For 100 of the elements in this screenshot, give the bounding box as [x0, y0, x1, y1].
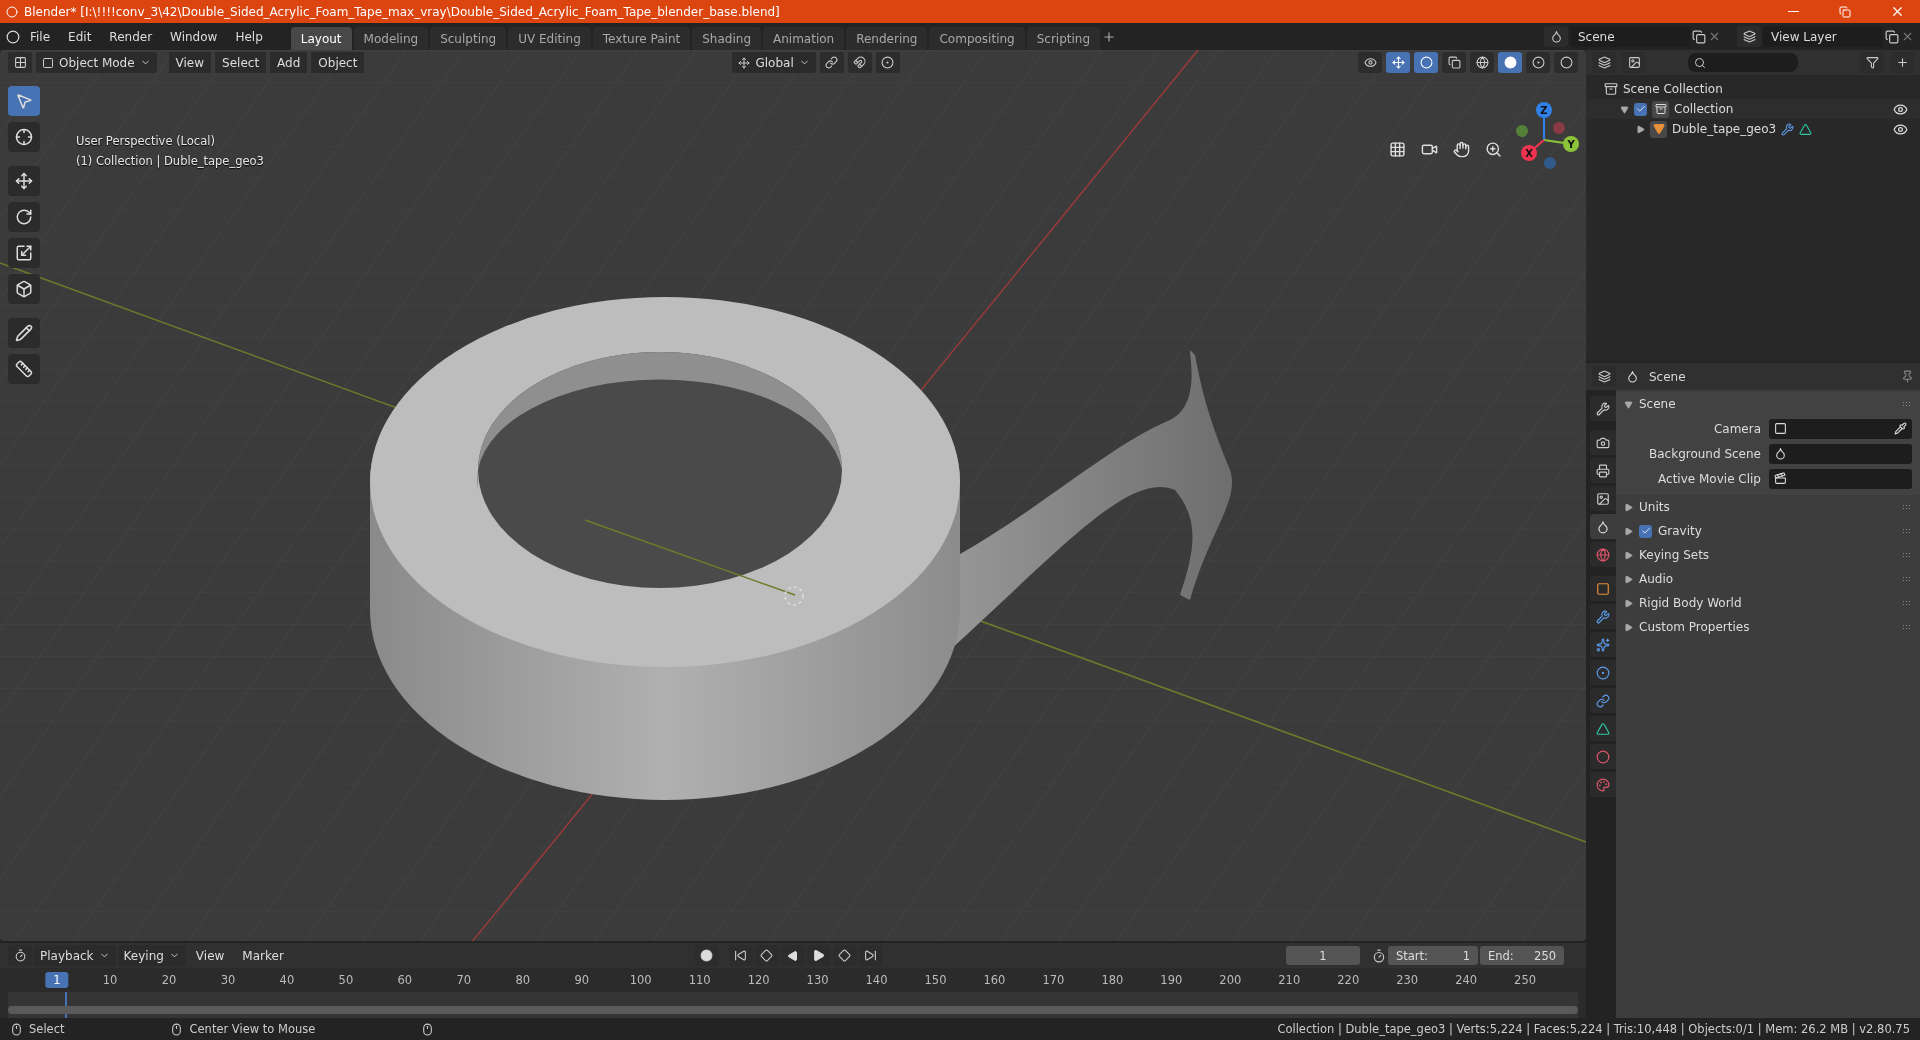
- scene-field[interactable]: Scene: [1570, 26, 1690, 47]
- search-field[interactable]: [1688, 53, 1798, 72]
- gizmo-button[interactable]: [1386, 52, 1410, 73]
- current-frame-field[interactable]: 1: [1286, 946, 1360, 965]
- orientation-dropdown[interactable]: Global: [732, 52, 816, 73]
- move-tool[interactable]: [8, 166, 40, 196]
- object-square-tab[interactable]: [1590, 576, 1616, 601]
- workspace-tab[interactable]: Scripting: [1026, 26, 1101, 51]
- timeline-menu[interactable]: Keying: [117, 945, 186, 966]
- proportional-button[interactable]: [875, 52, 900, 73]
- transform-tool[interactable]: [8, 274, 40, 304]
- image-tab[interactable]: [1590, 486, 1616, 511]
- material-shading-button[interactable]: [1526, 52, 1550, 73]
- pencil-tool[interactable]: [8, 318, 40, 348]
- new-collection-button[interactable]: [1890, 52, 1914, 73]
- rotate-tool[interactable]: [8, 202, 40, 232]
- outliner-item[interactable]: Scene Collection: [1623, 82, 1723, 96]
- workspace-tab[interactable]: Texture Paint: [592, 26, 691, 51]
- next-keyframe-button[interactable]: [832, 945, 857, 966]
- link-tab[interactable]: [1590, 688, 1616, 713]
- start-frame-field[interactable]: Start: 1: [1388, 946, 1478, 965]
- ruler-tool[interactable]: [8, 354, 40, 384]
- workspace-tab[interactable]: Shading: [692, 26, 761, 51]
- editor-type-button[interactable]: [8, 52, 32, 73]
- duplicate-icon[interactable]: [1885, 29, 1899, 44]
- caret-icon[interactable]: [1620, 104, 1629, 114]
- end-frame-field[interactable]: End: 250: [1480, 946, 1564, 965]
- scrollbar[interactable]: [8, 1006, 1578, 1014]
- close-icon[interactable]: [1901, 30, 1914, 43]
- checkbox[interactable]: [1639, 524, 1652, 538]
- pivot-button[interactable]: [819, 52, 844, 73]
- snap-button[interactable]: [847, 52, 872, 73]
- material-sphere-tab[interactable]: [1590, 744, 1616, 769]
- xray-button[interactable]: [1442, 52, 1466, 73]
- object-field[interactable]: [1769, 468, 1912, 489]
- visibility-button[interactable]: [1358, 52, 1382, 73]
- select-box-tool[interactable]: [8, 86, 40, 116]
- duplicate-icon[interactable]: [1692, 29, 1706, 44]
- scene-selector-button[interactable]: [1544, 26, 1568, 47]
- overlay-button[interactable]: [1414, 52, 1438, 73]
- editor-type-button[interactable]: [1592, 366, 1616, 387]
- current-frame-marker[interactable]: 1: [45, 972, 69, 988]
- menu-item[interactable]: Edit: [60, 26, 100, 47]
- play-button[interactable]: [806, 945, 831, 966]
- wireframe-shading-button[interactable]: [1470, 52, 1494, 73]
- menu-item[interactable]: Window: [162, 26, 226, 47]
- workspace-tab[interactable]: Sculpting: [430, 26, 507, 51]
- filter-button[interactable]: [1860, 52, 1884, 73]
- eye-icon[interactable]: [1893, 101, 1908, 117]
- scene-tab[interactable]: [1590, 514, 1616, 539]
- workspace-tab[interactable]: Compositing: [929, 26, 1025, 51]
- pin-icon[interactable]: [1901, 370, 1914, 383]
- timeline-menu[interactable]: Marker: [234, 945, 292, 966]
- rendered-shading-button[interactable]: [1554, 52, 1578, 73]
- stopwatch-icon[interactable]: [1372, 948, 1386, 963]
- solid-shading-button[interactable]: [1498, 52, 1522, 73]
- object-field[interactable]: [1769, 418, 1912, 439]
- editor-type-button[interactable]: [8, 945, 32, 966]
- header-menu[interactable]: Add: [270, 52, 308, 73]
- menu-item[interactable]: Help: [227, 26, 271, 47]
- jump-end-button[interactable]: [858, 945, 883, 966]
- header-menu[interactable]: View: [168, 52, 212, 73]
- header-menu[interactable]: Object: [311, 52, 365, 73]
- header-menu[interactable]: Select: [215, 52, 267, 73]
- wrench-tab[interactable]: [1590, 604, 1616, 629]
- jump-start-button[interactable]: [728, 945, 753, 966]
- tool-tab[interactable]: [1590, 396, 1616, 421]
- close-icon[interactable]: [1708, 30, 1721, 43]
- workspace-tab[interactable]: Animation: [763, 26, 845, 51]
- outliner-item[interactable]: Duble_tape_geo3: [1672, 122, 1777, 136]
- add-icon[interactable]: [1102, 29, 1117, 44]
- scale-tool[interactable]: [8, 238, 40, 268]
- workspace-tab[interactable]: Modeling: [353, 26, 429, 51]
- globe-tab[interactable]: [1590, 542, 1616, 567]
- physics-tab[interactable]: [1590, 660, 1616, 685]
- printer-tab[interactable]: [1590, 458, 1616, 483]
- workspace-tab[interactable]: Rendering: [846, 26, 928, 51]
- workspace-tab[interactable]: Layout: [290, 26, 352, 51]
- menu-item[interactable]: File: [22, 26, 59, 47]
- object-field[interactable]: [1769, 443, 1912, 464]
- view-layer-field[interactable]: View Layer: [1763, 26, 1883, 47]
- mesh-triangle-tab[interactable]: [1590, 716, 1616, 741]
- camera-tab[interactable]: [1590, 430, 1616, 455]
- workspace-tab[interactable]: UV Editing: [508, 26, 591, 51]
- eye-icon[interactable]: [1893, 121, 1908, 137]
- display-mode-button[interactable]: [1622, 52, 1646, 73]
- timeline-menu[interactable]: Playback: [34, 945, 116, 966]
- record-button[interactable]: [694, 945, 719, 966]
- caret-icon[interactable]: [1636, 124, 1645, 134]
- panel-header[interactable]: Scene: [1616, 392, 1920, 416]
- view-layer-selector-button[interactable]: [1737, 26, 1761, 47]
- texture-tab[interactable]: [1590, 772, 1616, 797]
- timeline-menu[interactable]: View: [187, 945, 233, 966]
- editor-type-button[interactable]: [1592, 52, 1616, 73]
- outliner-item[interactable]: Collection: [1674, 102, 1734, 116]
- menu-item[interactable]: Render: [101, 26, 161, 47]
- particles-tab[interactable]: [1590, 632, 1616, 657]
- cursor-tool[interactable]: [8, 122, 40, 152]
- previous-keyframe-button[interactable]: [754, 945, 779, 966]
- play-reverse-button[interactable]: [780, 945, 805, 966]
